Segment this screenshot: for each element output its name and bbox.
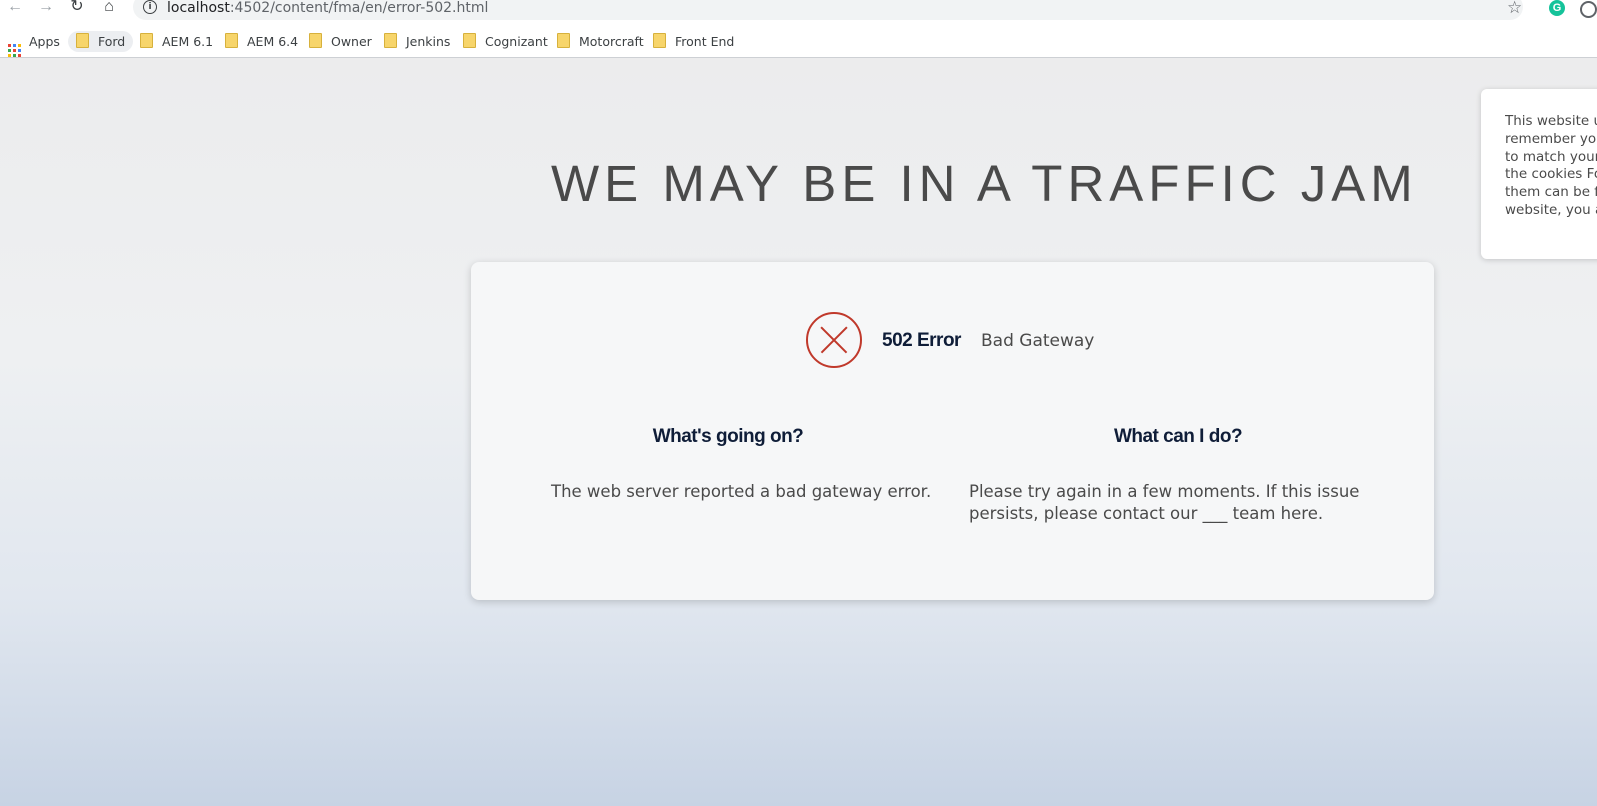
bookmark-aem-6-1[interactable]: AEM 6.1 <box>140 31 213 52</box>
info-icon[interactable]: i <box>143 0 157 14</box>
bookmark-label: Motorcraft <box>579 34 644 49</box>
bookmark-label: AEM 6.1 <box>162 34 214 49</box>
error-description: Bad Gateway <box>981 331 1095 351</box>
browser-toolbar: ← → ↻ ⌂ i localhost:4502/content/fma/en/… <box>0 0 1597 20</box>
folder-icon <box>653 33 666 48</box>
url-path: :4502/content/fma/en/error-502.html <box>229 0 489 16</box>
grammarly-extension-icon[interactable]: G <box>1549 0 1565 16</box>
right-column-text-line2[interactable]: persists, please contact our ___ team he… <box>969 503 1323 525</box>
page-headline: WE MAY BE IN A TRAFFIC JAM <box>551 155 1418 212</box>
extension-icon[interactable] <box>1580 1 1597 18</box>
url-text[interactable]: localhost:4502/content/fma/en/error-502.… <box>167 0 488 16</box>
bookmark-label: Front End <box>675 34 735 49</box>
apps-grid-icon <box>8 44 21 57</box>
bookmark-label: Apps <box>29 34 60 49</box>
bookmark-jenkins[interactable]: Jenkins <box>384 31 450 52</box>
bookmark-owner[interactable]: Owner <box>309 31 372 52</box>
reload-icon[interactable]: ↻ <box>68 0 86 16</box>
right-column-text-line1: Please try again in a few moments. If th… <box>969 482 1360 501</box>
left-column-heading: What's going on? <box>652 426 804 447</box>
bookmark-label: Owner <box>331 34 372 49</box>
folder-icon <box>140 33 153 48</box>
left-column-text: The web server reported a bad gateway er… <box>551 482 932 501</box>
bookmark-label: Cognizant <box>485 34 548 49</box>
error-card: 502 Error Bad Gateway What's going on? T… <box>471 262 1434 600</box>
forward-arrow-icon[interactable]: → <box>37 0 55 16</box>
page-content: WE MAY BE IN A TRAFFIC JAM 502 Error Bad… <box>0 58 1597 806</box>
bookmark-label: Jenkins <box>406 34 451 49</box>
error-x-circle-icon <box>806 312 862 368</box>
cookie-banner: This website us remember your to match y… <box>1481 89 1597 259</box>
bookmark-aem-6-4[interactable]: AEM 6.4 <box>225 31 298 52</box>
bookmark-ford[interactable]: Ford <box>68 31 134 52</box>
bookmark-cognizant[interactable]: Cognizant <box>463 31 548 52</box>
bookmark-label: AEM 6.4 <box>247 34 299 49</box>
bookmark-label: Ford <box>98 34 126 49</box>
folder-icon <box>557 33 570 48</box>
bookmark-apps[interactable]: Apps <box>8 31 60 57</box>
folder-icon <box>225 33 238 48</box>
right-column-heading: What can I do? <box>1113 426 1243 447</box>
back-arrow-icon[interactable]: ← <box>6 0 24 16</box>
error-code: 502 Error <box>882 330 961 351</box>
bookmark-front-end[interactable]: Front End <box>653 31 734 52</box>
address-bar[interactable]: i localhost:4502/content/fma/en/error-50… <box>133 0 1523 20</box>
folder-icon <box>309 33 322 48</box>
bookmark-motorcraft[interactable]: Motorcraft <box>557 31 644 52</box>
cookie-banner-text: This website us remember your to match y… <box>1505 113 1597 218</box>
folder-icon <box>384 33 397 48</box>
folder-icon <box>463 33 476 48</box>
bookmark-star-icon[interactable]: ☆ <box>1507 0 1522 18</box>
url-host: localhost <box>167 0 230 16</box>
home-icon[interactable]: ⌂ <box>100 0 118 16</box>
folder-icon <box>76 33 89 48</box>
bookmarks-bar: Apps Ford AEM 6.1 AEM 6.4 Owner Jenkins … <box>0 26 1597 58</box>
